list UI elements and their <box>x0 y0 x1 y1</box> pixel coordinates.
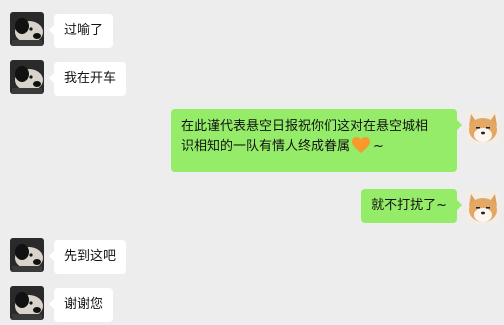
tilde-text: ~ <box>373 139 384 154</box>
message-text: 识相知的一队有情人终成眷属 <box>181 139 351 154</box>
message-bubble[interactable]: 就不打扰了~ <box>361 189 462 223</box>
chat-window: 过喻了 我在开车 在此谨代表悬空日报祝你们这对在悬空城相 识相知的一队有情人终成… <box>0 0 504 325</box>
my-avatar[interactable] <box>466 110 500 144</box>
dog-avatar-dark-icon <box>10 238 44 272</box>
dog-avatar-dark-icon <box>10 286 44 320</box>
message-bubble[interactable]: 在此谨代表悬空日报祝你们这对在悬空城相 识相知的一队有情人终成眷属 ~ <box>171 109 462 172</box>
message-text-line: 在此谨代表悬空日报祝你们这对在悬空城相 <box>181 119 429 134</box>
my-avatar[interactable] <box>466 190 500 224</box>
contact-avatar[interactable] <box>10 286 44 320</box>
contact-avatar[interactable] <box>10 238 44 272</box>
dog-avatar-dark-icon <box>10 60 44 94</box>
message-text-line: 识相知的一队有情人终成眷属 ~ <box>181 137 447 161</box>
message-bubble[interactable]: 谢谢您 <box>48 288 114 322</box>
dog-avatar-dark-icon <box>10 12 44 46</box>
message-text: 谢谢您 <box>64 297 104 312</box>
shiba-avatar-icon <box>466 190 500 224</box>
message-text: 先到这吧 <box>64 249 117 264</box>
contact-avatar[interactable] <box>10 12 44 46</box>
message-text: 我在开车 <box>64 71 117 86</box>
message-bubble[interactable]: 我在开车 <box>48 62 127 96</box>
message-bubble[interactable]: 过喻了 <box>48 14 114 48</box>
message-bubble[interactable]: 先到这吧 <box>48 240 127 274</box>
orange-heart-icon <box>352 137 371 161</box>
shiba-avatar-icon <box>466 110 500 144</box>
message-text: 过喻了 <box>64 23 104 38</box>
contact-avatar[interactable] <box>10 60 44 94</box>
message-text: 就不打扰了~ <box>371 198 447 213</box>
